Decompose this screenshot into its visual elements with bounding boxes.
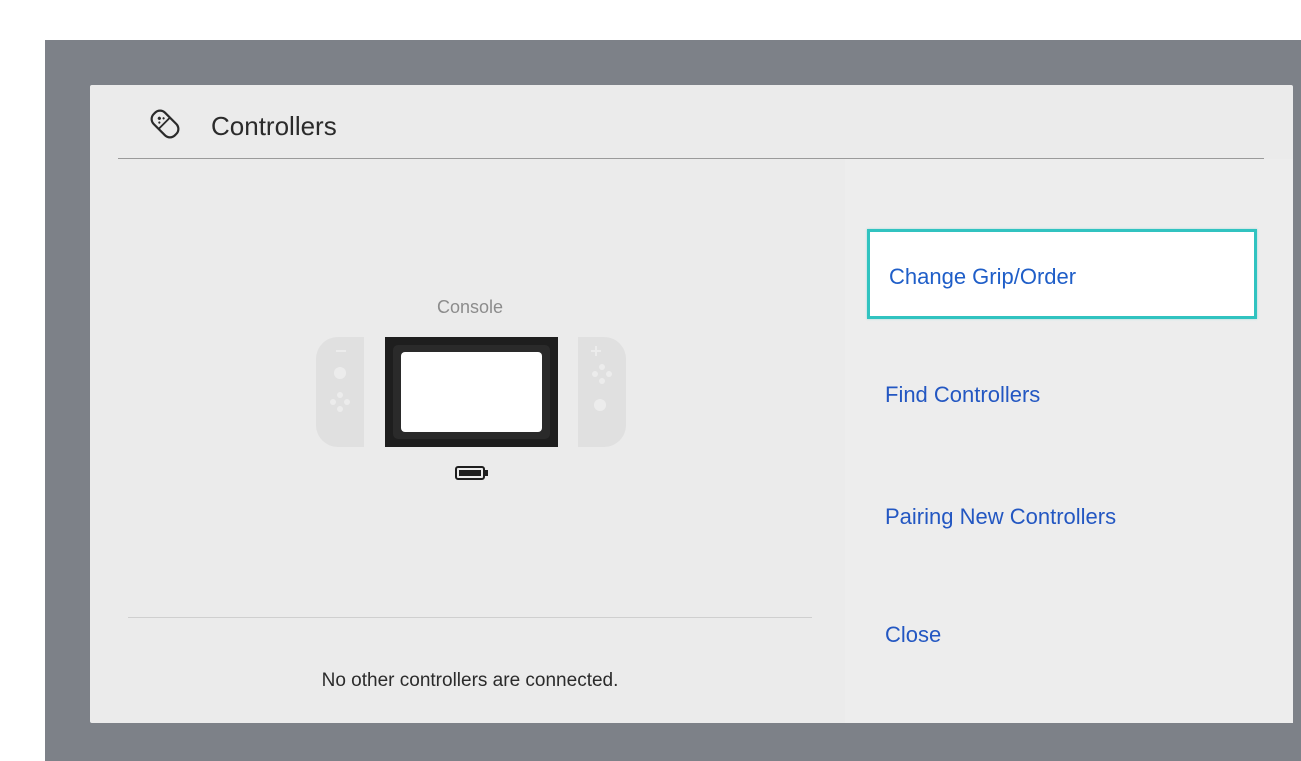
panel-divider [128, 617, 812, 618]
connected-controllers-panel: Console No other controllers are connect… [90, 159, 835, 723]
pairing-new-controllers-button[interactable]: Pairing New Controllers [865, 487, 1255, 547]
controllers-dialog: Controllers Console No other controllers… [90, 85, 1293, 723]
no-controllers-message: No other controllers are connected. [321, 670, 619, 691]
controller-icon [150, 109, 180, 139]
console-label: Console [436, 297, 504, 317]
find-controllers-button[interactable]: Find Controllers [865, 365, 1255, 425]
change-grip-order-button[interactable]: Change Grip/Order [867, 229, 1257, 319]
close-button[interactable]: Close [865, 605, 1255, 665]
console-illustration [316, 337, 626, 447]
dialog-header: Controllers [118, 85, 1264, 159]
battery-icon [455, 466, 488, 480]
right-joycon-icon [578, 337, 626, 447]
dialog-title: Controllers [211, 111, 337, 141]
controller-options-menu: Change Grip/Order Find Controllers Pairi… [845, 159, 1293, 723]
